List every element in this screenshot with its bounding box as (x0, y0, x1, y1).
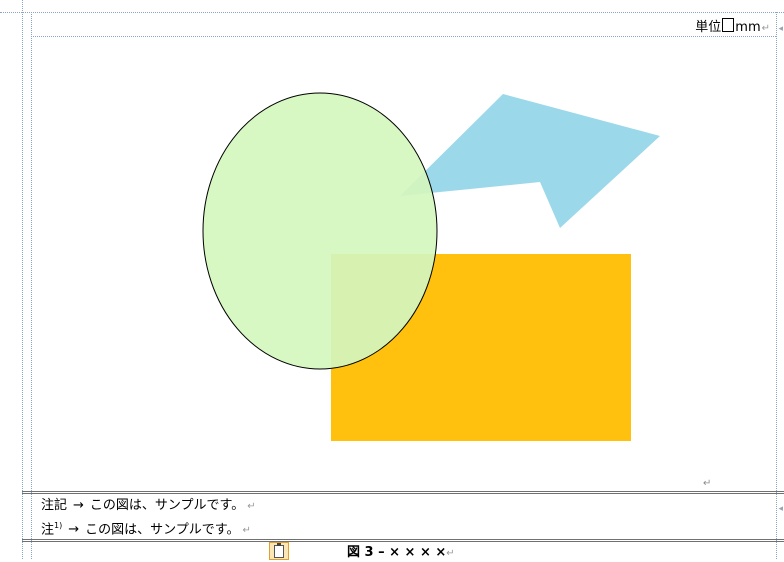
tab-arrow: → (73, 498, 84, 513)
paragraph-return-mark: ↵ (247, 501, 256, 512)
green-ellipse-shape[interactable] (202, 92, 438, 370)
note-superscript: 1) (54, 521, 63, 530)
note-line-2: 注1) → この図は、サンプルです。 ↵ (41, 518, 251, 539)
note-text: この図は、サンプルです。 (89, 498, 245, 513)
note-line-1: 注記 → この図は、サンプルです。 ↵ (41, 498, 256, 515)
paragraph-return-mark: ↵ (242, 525, 251, 537)
figure-caption: 図 3 – × × × ×↵ (347, 545, 455, 562)
note-label: 注 (41, 522, 55, 538)
blue-arrow-shape[interactable] (400, 94, 660, 228)
note-label: 注記 (41, 498, 68, 513)
clipboard-icon (274, 543, 284, 558)
figure-canvas (202, 92, 660, 441)
figure-paragraph-return-mark: ↵ (703, 478, 712, 489)
paragraph-return-mark: ↵ (446, 548, 455, 559)
caption-text: 図 3 – × × × × (347, 545, 447, 560)
tab-arrow: → (68, 522, 80, 538)
paste-options-icon[interactable] (269, 542, 289, 560)
note-text: この図は、サンプルです。 (85, 522, 240, 538)
